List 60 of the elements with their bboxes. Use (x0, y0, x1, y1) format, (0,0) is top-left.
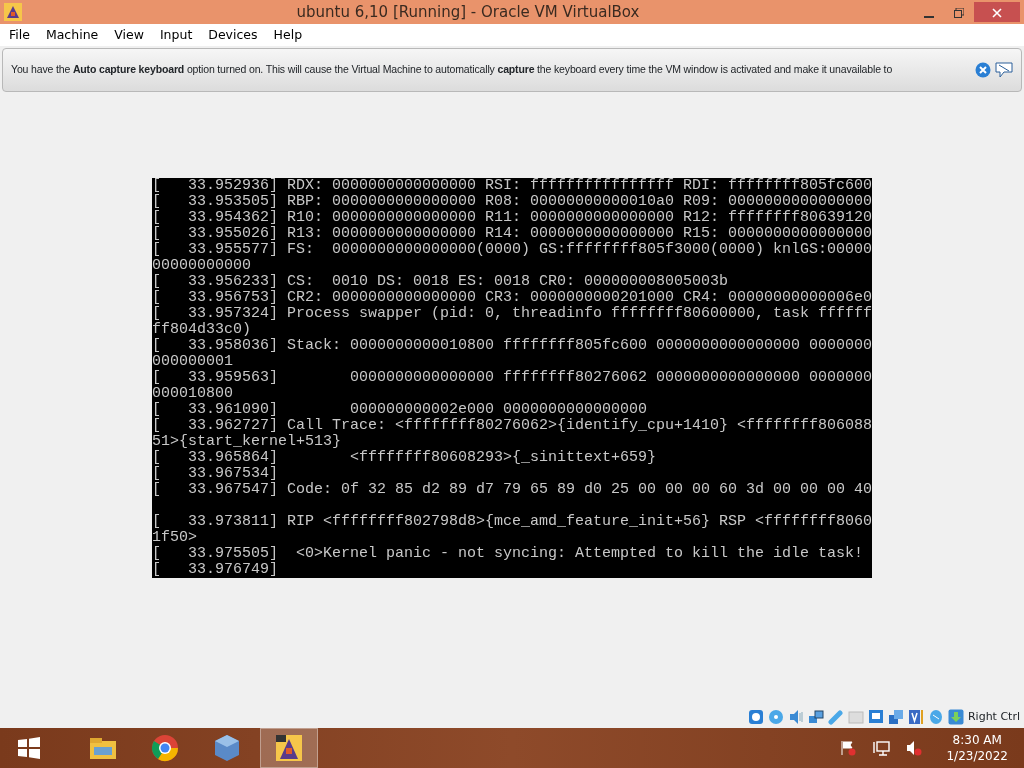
clock-time[interactable]: 8:30 AM (946, 732, 1008, 748)
console-line: 000010800 (152, 386, 233, 402)
console-line: 000000001 (152, 354, 233, 370)
console-line: [ 33.975505] <0>Kernel panic - not syncing: Attempted to kill the idle task! (152, 546, 864, 562)
console-line: [ 33.956233] CS: 0010 DS: 0018 ES: 0018 CR0: 000000008005003b (152, 274, 729, 290)
console-line: ff804d33c0) (152, 322, 252, 338)
mouse-icon[interactable] (927, 709, 944, 725)
clock-date[interactable]: 1/23/2022 (946, 748, 1008, 764)
vm-console-screen[interactable] (152, 178, 872, 578)
app-icon (274, 733, 304, 763)
notice-text: You have the Auto capture keyboard option turned on. This will cause the Virtual Machine to automatically capture the keyboard every time the VM window is activated and make it unavailable to (11, 62, 894, 78)
console-line: [ 33.973811] RIP <ffffffff802798d8>{mce_amd_feature_init+56} RSP <ffffffff8060 (152, 514, 873, 530)
app-icon (4, 3, 22, 21)
speaker-muted-icon[interactable] (906, 740, 923, 756)
restore-icon (954, 7, 964, 18)
console-line: [ 33.965864] <ffffffff80608293>{_sinittext+659} (152, 450, 657, 466)
console-line: [ 33.959563] 0000000000000000 ffffffff80276062 0000000000000000 0000000 (152, 370, 873, 386)
console-line: [ 33.961090] 000000000002e000 0000000000000000 (152, 402, 648, 418)
flag-icon[interactable] (840, 740, 857, 756)
console-line: [ 33.954362] R10: 0000000000000000 R11: 0000000000000000 R12: ffffffff80639120 (152, 210, 873, 226)
console-line: [ 33.955026] R13: 0000000000000000 R14: 0000000000000000 R15: 0000000000000000 (152, 226, 873, 242)
host-key-label: Right Ctrl (967, 708, 1020, 725)
close-icon[interactable] (975, 62, 991, 78)
console-line: [ 33.967547] Code: 0f 32 85 d2 89 d7 79 65 89 d0 25 00 00 00 60 3d 00 00 00 40 (152, 482, 873, 498)
console-line: [ 33.952936] RDX: 0000000000000000 RSI: ffffffffffffffff RDI: ffffffff805fc600 (152, 178, 873, 194)
menu-item[interactable]: Devices (201, 25, 265, 45)
speech-bubble-icon[interactable] (995, 62, 1013, 78)
console-line: [ 33.962727] Call Trace: <ffffffff80276062>{identify_cpu+1410} <ffffffff806088 (152, 418, 873, 434)
console-line: [ 33.967534] (152, 466, 279, 482)
menu-item[interactable]: View (107, 25, 151, 45)
v-chip-icon[interactable] (907, 709, 924, 725)
usb-icon[interactable] (827, 709, 844, 725)
windows-icon[interactable] (887, 709, 904, 725)
windows-logo-icon (17, 736, 41, 760)
cube-icon (212, 733, 242, 763)
menu-item[interactable]: Machine (38, 25, 106, 45)
download-arrow-icon[interactable] (947, 709, 964, 725)
chrome-icon (150, 733, 180, 763)
console-line: [ 33.955577] FS: 0000000000000000(0000) GS:ffffffff805f3000(0000) knlGS:00000 (152, 242, 873, 258)
network-icon[interactable] (872, 740, 891, 756)
console-line: [ 33.957324] Process swapper (pid: 0, threadinfo ffffffff80600000, task ffffff (152, 306, 873, 322)
menu-item[interactable]: Input (152, 25, 200, 45)
console-line: [ 33.956753] CR2: 0000000000000000 CR3: 0000000000201000 CR4: 00000000000006e0 (152, 290, 873, 306)
console-line: [ 33.976749] (152, 562, 279, 578)
menu-item[interactable]: Help (266, 25, 310, 45)
menu-item[interactable]: File (2, 25, 37, 45)
taskbar-app[interactable] (260, 728, 318, 768)
console-line: [ 33.958036] Stack: 0000000000010800 ffffffff805fc600 0000000000000000 0000000 (152, 338, 873, 354)
console-line: 00000000000 (152, 258, 252, 274)
close-icon (992, 7, 1002, 18)
minimize-icon (924, 15, 934, 18)
console-line: [ 33.953505] RBP: 0000000000000000 R08: 00000000000010a0 R09: 0000000000000000 (152, 194, 873, 210)
disc-icon[interactable] (767, 709, 784, 725)
console-line: 1f50> (152, 530, 197, 546)
network-icon[interactable] (807, 709, 824, 725)
close-button[interactable] (974, 2, 1020, 22)
console-line: 51>{start_kernel+513} (152, 434, 342, 450)
display-icon[interactable] (867, 709, 884, 725)
speaker-icon[interactable] (787, 709, 804, 725)
window-title: ubuntu 6,10 [Running] - Oracle VM VirtualBox (295, 1, 641, 23)
